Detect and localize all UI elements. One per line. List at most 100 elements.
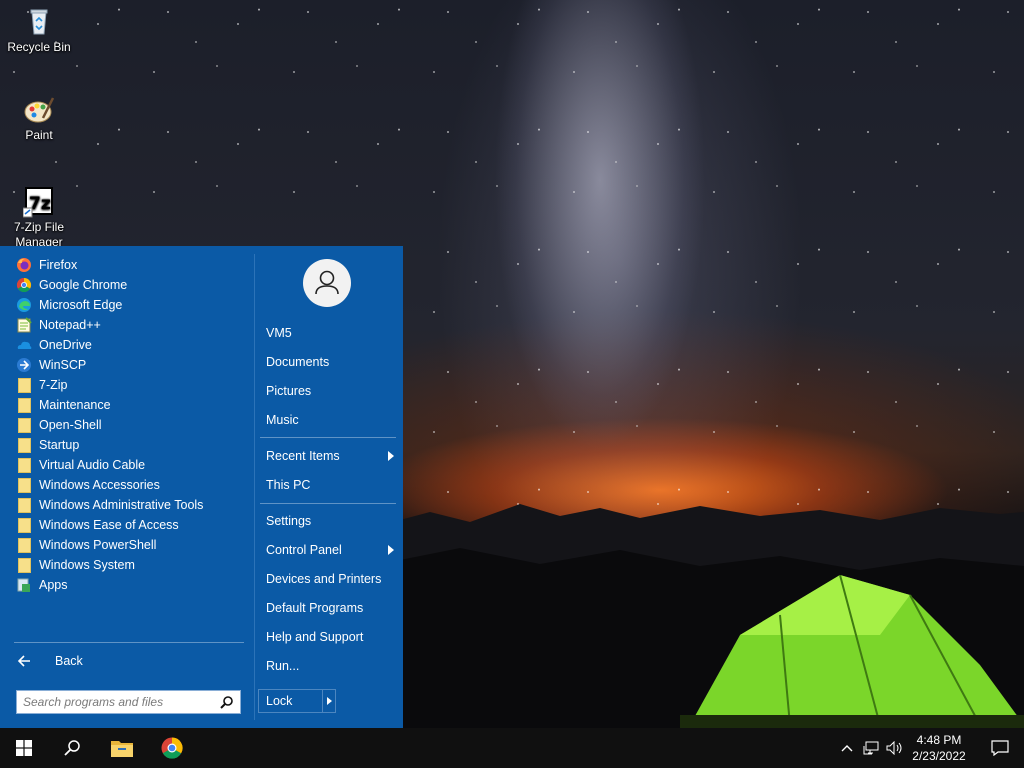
place-devices-and-printers[interactable]: Devices and Printers	[266, 569, 398, 589]
place-label: Run...	[266, 659, 300, 673]
program-label: Virtual Audio Cable	[39, 458, 146, 472]
action-center-button[interactable]	[976, 728, 1024, 768]
program-winscp[interactable]: WinSCP	[16, 355, 252, 375]
start-button[interactable]	[0, 728, 48, 768]
back-button[interactable]: Back	[16, 651, 83, 671]
program-microsoft-edge[interactable]: Microsoft Edge	[16, 295, 252, 315]
program-label: 7-Zip	[39, 378, 68, 392]
program-folder-open-shell[interactable]: Open-Shell	[16, 415, 252, 435]
taskbar-search-button[interactable]	[48, 728, 96, 768]
place-user-vm5[interactable]: VM5	[266, 323, 398, 343]
program-label: Startup	[39, 438, 80, 452]
place-pictures[interactable]: Pictures	[266, 381, 398, 401]
place-settings[interactable]: Settings	[266, 511, 398, 531]
folder-icon	[18, 497, 31, 513]
folder-icon	[18, 557, 31, 573]
taskbar-file-explorer[interactable]	[98, 728, 146, 768]
search-box[interactable]	[16, 690, 241, 714]
lock-label: Lock	[266, 694, 293, 708]
program-label: Open-Shell	[39, 418, 102, 432]
place-label: Control Panel	[266, 543, 342, 557]
desktop-icon-recycle-bin[interactable]: Recycle Bin	[4, 6, 74, 55]
taskbar-chrome[interactable]	[148, 728, 196, 768]
program-label: Apps	[39, 578, 68, 592]
desktop-icon-label: Recycle Bin	[7, 40, 71, 54]
folder-icon	[18, 537, 31, 553]
desktop-icon-7zip[interactable]: 7z 7-Zip File Manager	[4, 186, 74, 250]
wallpaper-tent	[680, 575, 1024, 728]
program-label: Windows Administrative Tools	[39, 498, 204, 512]
place-help-and-support[interactable]: Help and Support	[266, 627, 398, 647]
folder-icon	[18, 457, 31, 473]
program-notepadpp[interactable]: Notepad++	[16, 315, 252, 335]
taskbar: 4:48 PM 2/23/2022	[0, 728, 1024, 768]
places-separator	[260, 437, 396, 438]
program-label: Maintenance	[39, 398, 111, 412]
chrome-icon	[16, 277, 32, 293]
network-icon	[863, 741, 879, 755]
place-label: Help and Support	[266, 630, 364, 644]
place-label: Music	[266, 413, 299, 427]
edge-icon	[17, 298, 31, 312]
chevron-up-icon	[841, 745, 853, 752]
place-this-pc[interactable]: This PC	[266, 475, 398, 495]
place-label: Documents	[266, 355, 330, 369]
start-menu: Firefox Google Chrome Microsoft Edge Not…	[0, 246, 403, 728]
program-folder-windows-ease-of-access[interactable]: Windows Ease of Access	[16, 515, 252, 535]
program-label: OneDrive	[39, 338, 92, 352]
firefox-icon	[17, 258, 31, 272]
place-label: Devices and Printers	[266, 572, 382, 586]
place-run[interactable]: Run...	[266, 656, 398, 676]
program-folder-windows-administrative-tools[interactable]: Windows Administrative Tools	[16, 495, 252, 515]
clock[interactable]: 4:48 PM 2/23/2022	[906, 732, 972, 764]
place-default-programs[interactable]: Default Programs	[266, 598, 398, 618]
volume-button[interactable]	[884, 728, 906, 768]
clock-time: 4:48 PM	[916, 733, 962, 747]
chrome-icon	[161, 737, 183, 759]
7zip-icon: 7z	[23, 187, 53, 218]
desktop-icon-label: Paint	[25, 128, 53, 142]
place-control-panel[interactable]: Control Panel	[266, 540, 398, 560]
program-folder-startup[interactable]: Startup	[16, 435, 252, 455]
paint-icon	[24, 97, 55, 123]
program-label: Microsoft Edge	[39, 298, 123, 312]
program-label: Windows Ease of Access	[39, 518, 179, 532]
program-folder-7zip[interactable]: 7-Zip	[16, 375, 252, 395]
chevron-right-icon	[326, 697, 332, 705]
program-label: Notepad++	[39, 318, 101, 332]
user-icon	[315, 270, 339, 295]
place-label: Recent Items	[266, 449, 340, 463]
arrow-left-icon	[17, 655, 30, 667]
program-folder-maintenance[interactable]: Maintenance	[16, 395, 252, 415]
windows-start-icon	[16, 740, 32, 756]
program-apps[interactable]: Apps	[16, 575, 252, 595]
network-button[interactable]	[860, 728, 882, 768]
program-folder-virtual-audio-cable[interactable]: Virtual Audio Cable	[16, 455, 252, 475]
back-label: Back	[55, 654, 83, 668]
desktop-icon-label: 7-Zip File Manager	[13, 220, 64, 249]
notepadpp-icon	[17, 317, 32, 333]
program-folder-windows-system[interactable]: Windows System	[16, 555, 252, 575]
program-folder-windows-accessories[interactable]: Windows Accessories	[16, 475, 252, 495]
action-center-icon	[991, 740, 1009, 756]
program-firefox[interactable]: Firefox	[16, 255, 252, 275]
clock-date: 2/23/2022	[912, 749, 966, 763]
lock-button[interactable]: Lock	[259, 690, 323, 712]
shutdown-options-button[interactable]	[323, 690, 335, 712]
desktop-icon-paint[interactable]: Paint	[4, 94, 74, 143]
user-avatar[interactable]	[303, 259, 351, 307]
program-google-chrome[interactable]: Google Chrome	[16, 275, 252, 295]
search-icon[interactable]	[220, 695, 234, 709]
program-label: Windows Accessories	[39, 478, 160, 492]
show-hidden-icons-button[interactable]	[838, 728, 856, 768]
program-folder-windows-powershell[interactable]: Windows PowerShell	[16, 535, 252, 555]
folder-icon	[18, 377, 31, 393]
place-label: This PC	[266, 478, 311, 492]
place-documents[interactable]: Documents	[266, 352, 398, 372]
place-recent-items[interactable]: Recent Items	[266, 446, 398, 466]
place-music[interactable]: Music	[266, 410, 398, 430]
program-onedrive[interactable]: OneDrive	[16, 335, 252, 355]
search-icon	[64, 740, 80, 756]
program-label: Firefox	[39, 258, 78, 272]
search-input[interactable]	[23, 694, 213, 710]
